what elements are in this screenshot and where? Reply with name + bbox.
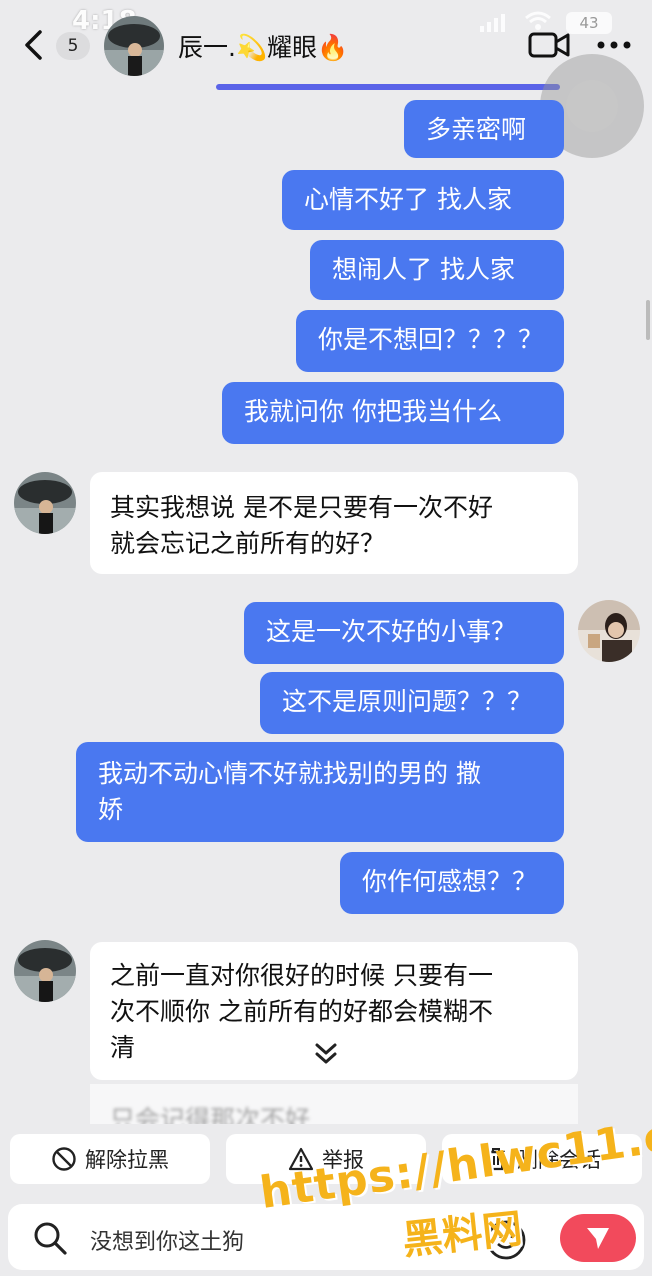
contact-avatar[interactable] <box>14 472 76 534</box>
message-text: 心情不好了 找人家 <box>304 185 512 214</box>
message-text: 多亲密啊 <box>426 115 527 144</box>
message-outgoing[interactable]: 你作何感想？？ <box>340 852 564 914</box>
message-text-line: 我动不动心情不好就找别的男的 撒 <box>98 759 481 788</box>
message-text-line: 其实我想说 是不是只要有一次不好 <box>110 493 493 522</box>
send-button[interactable] <box>560 1214 636 1262</box>
message-outgoing[interactable]: 这是一次不好的小事？ <box>244 602 564 664</box>
contact-name[interactable]: 辰一.💫耀眼🔥 <box>178 28 348 64</box>
message-text: 我就问你 你把我当什么 <box>244 397 502 426</box>
message-input[interactable]: 没想到你这土狗 <box>90 1224 244 1256</box>
message-text: 你作何感想？？ <box>362 867 538 896</box>
video-call-icon[interactable] <box>528 30 570 60</box>
unblock-button[interactable]: 解除拉黑 <box>10 1134 210 1184</box>
message-overflow-fade: 只会记得那次不好 <box>90 1084 578 1124</box>
message-incoming[interactable]: 其实我想说 是不是只要有一次不好 就会忘记之前所有的好？ <box>90 472 578 574</box>
message-text-line: 娇 <box>98 795 124 824</box>
unblock-label: 解除拉黑 <box>85 1148 169 1172</box>
message-outgoing[interactable]: 想闹人了 找人家 <box>310 240 564 300</box>
block-circle-icon <box>52 1147 76 1171</box>
expand-chevron-icon[interactable] <box>312 1040 340 1068</box>
message-outgoing[interactable]: 你是不想回？？？？ <box>296 310 564 372</box>
message-text: 这是一次不好的小事？ <box>266 617 517 646</box>
message-outgoing[interactable]: 心情不好了 找人家 <box>282 170 564 230</box>
my-avatar[interactable] <box>578 600 640 662</box>
message-text-line: 之前一直对你很好的时候 只要有一 <box>110 961 493 990</box>
contact-avatar[interactable] <box>14 940 76 1002</box>
scroll-indicator[interactable] <box>646 300 650 340</box>
back-arrow-icon[interactable] <box>18 28 52 62</box>
message-text-line: 次不顺你 之前所有的好都会模糊不 <box>110 997 493 1026</box>
message-text: 想闹人了 找人家 <box>332 255 515 284</box>
message-text: 这不是原则问题？？？ <box>282 687 533 716</box>
message-outgoing[interactable]: 我就问你 你把我当什么 <box>222 382 564 444</box>
more-options-icon[interactable] <box>596 40 632 50</box>
message-input-bar[interactable]: 没想到你这土狗 <box>8 1204 644 1270</box>
contact-avatar[interactable] <box>104 16 164 76</box>
message-text-line: 只会记得那次不好 <box>110 1105 311 1124</box>
message-outgoing[interactable]: 多亲密啊 <box>404 100 564 158</box>
send-arrow-icon <box>587 1228 609 1249</box>
search-icon[interactable] <box>32 1220 68 1256</box>
unread-badge[interactable]: 5 <box>56 32 90 60</box>
previous-message-edge <box>216 84 560 90</box>
message-text-line: 就会忘记之前所有的好？ <box>110 529 386 558</box>
message-text: 你是不想回？？？？ <box>318 325 544 354</box>
message-outgoing[interactable]: 我动不动心情不好就找别的男的 撒 娇 <box>76 742 564 842</box>
message-outgoing[interactable]: 这不是原则问题？？？ <box>260 672 564 734</box>
